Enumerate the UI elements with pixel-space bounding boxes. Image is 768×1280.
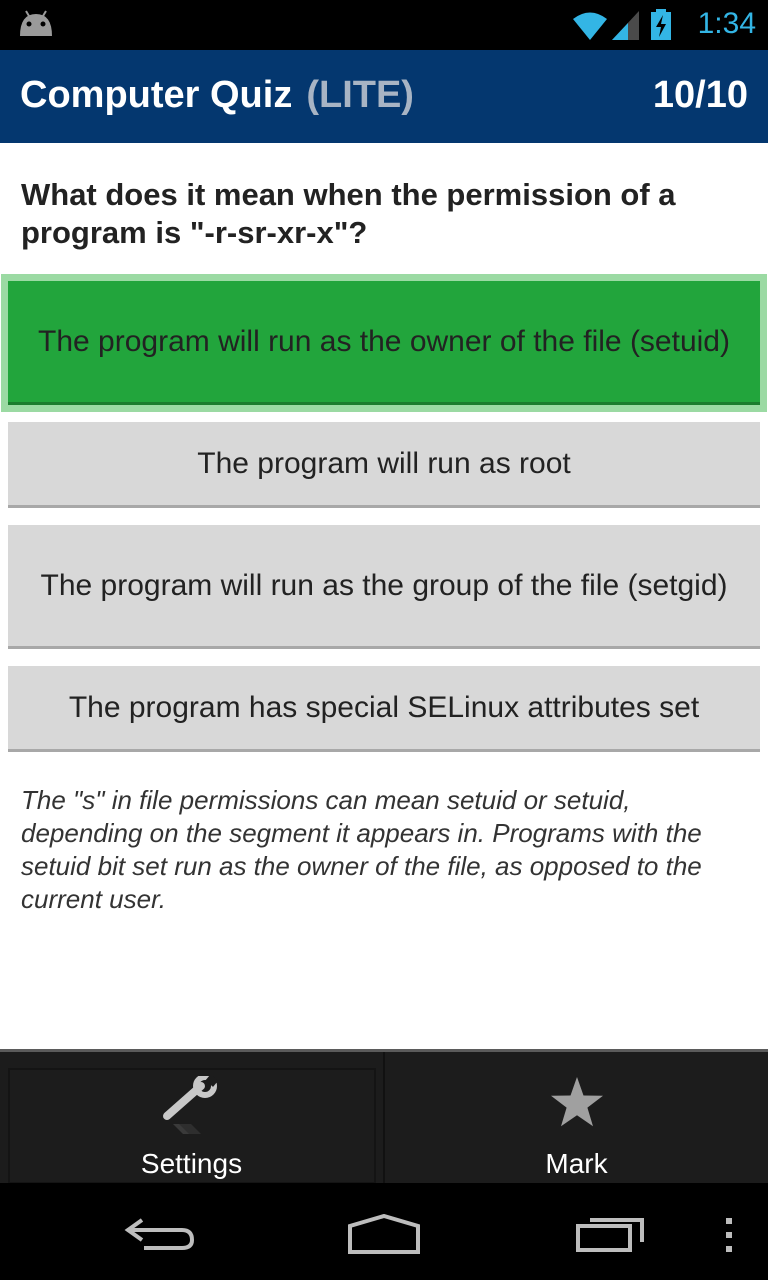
recent-apps-icon[interactable]: [574, 1216, 646, 1252]
answer-option-4[interactable]: The program has special SELinux attribut…: [8, 666, 760, 752]
home-icon[interactable]: [346, 1214, 422, 1254]
signal-icon: [612, 11, 640, 40]
explanation-text: The "s" in file permissions can mean set…: [21, 785, 702, 914]
status-bar: 1:34: [0, 0, 768, 50]
battery-charging-icon: [651, 9, 671, 40]
android-icon: [20, 10, 52, 36]
bottom-action-bar: Settings Mark: [0, 1049, 768, 1186]
wifi-icon: [573, 12, 608, 40]
status-icons: [572, 9, 672, 41]
mark-icon-wrap: [385, 1076, 768, 1137]
app-title: Computer Quiz (LITE): [20, 74, 414, 117]
answer-option-1[interactable]: The program will run as the owner of the…: [8, 281, 760, 405]
mark-button[interactable]: Mark: [385, 1052, 768, 1186]
app-title-text: Computer Quiz: [20, 74, 293, 116]
mark-label: Mark: [545, 1148, 608, 1179]
answer-label: The program will run as root: [197, 447, 571, 480]
back-icon[interactable]: [124, 1216, 196, 1252]
navigation-bar: [0, 1183, 768, 1280]
question-text: What does it mean when the permission of…: [21, 177, 676, 250]
answer-option-3[interactable]: The program will run as the group of the…: [8, 525, 760, 649]
settings-button[interactable]: Settings: [0, 1052, 383, 1186]
menu-icon[interactable]: [724, 1218, 734, 1252]
answer-label: The program will run as the group of the…: [40, 569, 728, 602]
app-edition: (LITE): [306, 74, 414, 116]
answer-label: The program has special SELinux attribut…: [68, 691, 700, 724]
star-icon: [550, 1077, 603, 1127]
wrench-icon: [162, 1074, 218, 1134]
answer-label: The program will run as the owner of the…: [38, 325, 730, 358]
question-progress: 10/10: [652, 74, 748, 116]
app-bar: Computer Quiz (LITE) 10/10: [0, 50, 768, 143]
status-clock: 1:34: [697, 7, 756, 40]
answer-option-2[interactable]: The program will run as root: [8, 422, 760, 508]
settings-label: Settings: [140, 1148, 243, 1179]
settings-icon-wrap: [0, 1074, 383, 1145]
